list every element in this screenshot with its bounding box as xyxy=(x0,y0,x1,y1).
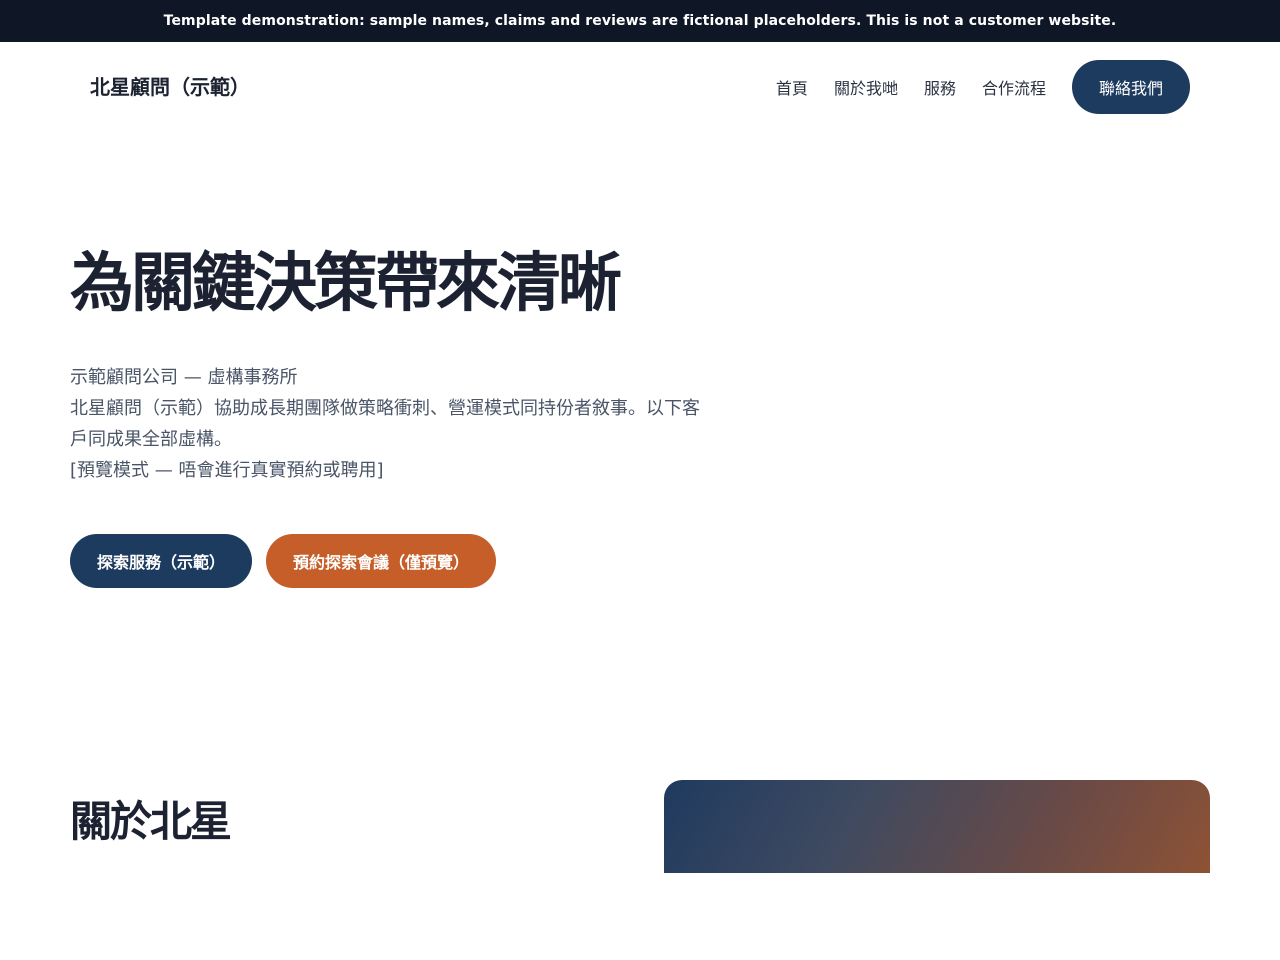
about-section-title: 關於北星 xyxy=(70,797,232,846)
hero-description: 示範顧問公司 — 虛構事務所 北星顧問（示範）協助成長期團隊做策略衝刺、營運模式… xyxy=(70,362,760,486)
contact-button[interactable]: 聯絡我們 xyxy=(1071,60,1190,114)
main-nav: 首頁 關於我哋 服務 合作流程 聯絡我們 xyxy=(776,60,1190,114)
demo-notice-text: Template demonstration: sample names, cl… xyxy=(163,13,1117,29)
book-discovery-call-button[interactable]: 預約探索會議（僅預覽） xyxy=(266,534,496,588)
hero-title: 為關鍵決策帶來清晰 xyxy=(70,247,622,321)
nav-link-about[interactable]: 關於我哋 xyxy=(834,75,898,99)
explore-services-button[interactable]: 探索服務（示範） xyxy=(70,534,252,588)
demo-notice-banner: Template demonstration: sample names, cl… xyxy=(0,0,1280,42)
hero-description-line: 北星顧問（示範）協助成長期團隊做策略衝刺、營運模式同持份者敘事。以下客 xyxy=(70,398,700,419)
brand-logo[interactable]: 北星顧問（示範） xyxy=(90,74,250,100)
nav-link-services[interactable]: 服務 xyxy=(924,75,956,99)
about-image-gradient xyxy=(664,780,1210,873)
nav-link-process[interactable]: 合作流程 xyxy=(982,75,1046,99)
hero-subtitle: 示範顧問公司 — 虛構事務所 xyxy=(70,367,298,388)
nav-link-home[interactable]: 首頁 xyxy=(776,75,808,99)
preview-mode-note: [預覽模式 — 唔會進行真實預約或聘用] xyxy=(70,460,384,481)
hero-description-line: 戶同成果全部虛構。 xyxy=(70,429,232,450)
